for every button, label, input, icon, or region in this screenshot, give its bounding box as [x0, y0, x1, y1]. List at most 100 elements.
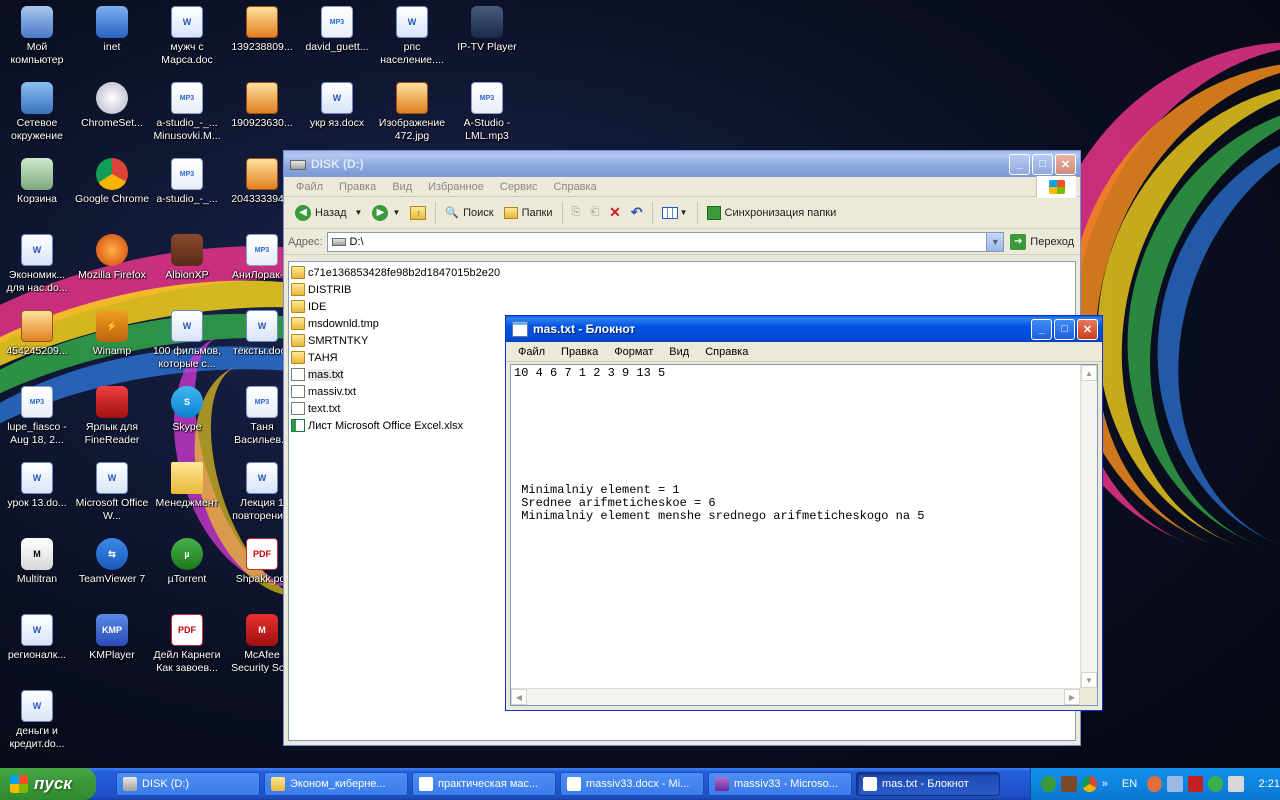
- scroll-right-button[interactable]: ▶: [1064, 689, 1080, 705]
- desktop-icon[interactable]: Менеджмент: [149, 456, 225, 528]
- desktop-icon[interactable]: 454245209...: [0, 304, 75, 376]
- desktop-icon[interactable]: 190923630...: [224, 76, 300, 148]
- desktop-icon[interactable]: ⚡ Winamp: [74, 304, 150, 376]
- scroll-left-button[interactable]: ◀: [511, 689, 527, 705]
- sync-folder-button[interactable]: Синхронизация папки: [702, 203, 842, 223]
- desktop-icon[interactable]: 139238809...: [224, 0, 300, 72]
- desktop-icon[interactable]: M Multitran: [0, 532, 75, 604]
- copy-to-button[interactable]: ⎗: [585, 203, 604, 222]
- back-button[interactable]: ◀ Назад ▼: [290, 202, 367, 224]
- menu-favorites[interactable]: Избранное: [420, 179, 492, 195]
- notepad-titlebar[interactable]: mas.txt - Блокнот _ □ ✕: [506, 316, 1102, 342]
- desktop-icon[interactable]: Wрпс население....: [374, 0, 450, 72]
- back-tray-icon[interactable]: [1147, 776, 1163, 792]
- menu-format[interactable]: Формат: [606, 344, 661, 360]
- desktop-icon[interactable]: inet: [74, 0, 150, 72]
- search-button[interactable]: 🔍 Поиск: [440, 203, 498, 222]
- menu-help[interactable]: Справка: [697, 344, 756, 360]
- undo-button[interactable]: ↶: [626, 201, 648, 224]
- notepad-content[interactable]: 10 4 6 7 1 2 3 9 13 5 Minimalniy element…: [514, 367, 1077, 687]
- menu-view[interactable]: Вид: [661, 344, 697, 360]
- delete-button[interactable]: ✕: [604, 201, 626, 224]
- file-list-item[interactable]: IDE: [291, 298, 1073, 315]
- notepad-window[interactable]: mas.txt - Блокнот _ □ ✕ Файл Правка Форм…: [505, 315, 1103, 711]
- device-tray-icon[interactable]: [1061, 776, 1077, 792]
- desktop-icon[interactable]: MP3 lupe_fiasco - Aug 18, 2...: [0, 380, 75, 452]
- desktop-icon[interactable]: Wденьги и кредит.do...: [0, 684, 75, 756]
- menu-edit[interactable]: Правка: [331, 179, 384, 195]
- desktop-icon[interactable]: W 100 фильмов, которые с...: [149, 304, 225, 376]
- tray-expand-button[interactable]: »: [1102, 778, 1108, 790]
- notepad-text-area[interactable]: 10 4 6 7 1 2 3 9 13 5 Minimalniy element…: [510, 364, 1098, 706]
- minimize-button[interactable]: _: [1031, 318, 1052, 340]
- network-tray-icon[interactable]: [1167, 776, 1183, 792]
- chrome-tray-icon[interactable]: [1081, 776, 1097, 792]
- vertical-scrollbar[interactable]: ▲ ▼: [1080, 365, 1097, 688]
- maximize-button[interactable]: □: [1054, 318, 1075, 340]
- menu-tools[interactable]: Сервис: [492, 179, 546, 195]
- desktop-icon[interactable]: PDF Дейл Карнеги Как завоев...: [149, 608, 225, 680]
- address-input[interactable]: D:\ ▼: [326, 231, 1005, 252]
- desktop-icon[interactable]: AlbionXP: [149, 228, 225, 300]
- desktop-icon[interactable]: Wурок 13.do...: [0, 456, 75, 528]
- desktop-icon[interactable]: Wрегионалк...: [0, 608, 75, 680]
- taskbar-button[interactable]: DISK (D:): [116, 772, 260, 796]
- taskbar-button[interactable]: massiv33 - Microso...: [708, 772, 852, 796]
- forward-button[interactable]: ▶ ▼: [367, 202, 405, 224]
- desktop-icon[interactable]: µ µTorrent: [149, 532, 225, 604]
- desktop-icon[interactable]: S Skype: [149, 380, 225, 452]
- up-folder-button[interactable]: ↑: [405, 203, 431, 223]
- file-list-item[interactable]: DISTRIB: [291, 281, 1073, 298]
- address-dropdown-button[interactable]: ▼: [986, 232, 1004, 251]
- desktop-icon[interactable]: Изображение 472.jpg: [374, 76, 450, 148]
- go-button[interactable]: ➔ Переход: [1008, 233, 1076, 250]
- menu-edit[interactable]: Правка: [553, 344, 606, 360]
- desktop-icon[interactable]: ⇆ TeamViewer 7: [74, 532, 150, 604]
- desktop-icon[interactable]: MP3 david_guett...: [299, 0, 375, 72]
- menu-file[interactable]: Файл: [510, 344, 553, 360]
- desktop-icon[interactable]: MP3 a-studio_-_...: [149, 152, 225, 224]
- security-tray-icon[interactable]: [1187, 776, 1203, 792]
- desktop-icon[interactable]: W Microsoft Office W...: [74, 456, 150, 528]
- recycle-bin-icon: [21, 158, 53, 190]
- desktop-icon[interactable]: Корзина: [0, 152, 75, 224]
- desktop-icon[interactable]: MP3 a-studio_-_... Minusovki.M...: [149, 76, 225, 148]
- desktop-icon[interactable]: Wмужч с Марса.doc: [149, 0, 225, 72]
- menu-view[interactable]: Вид: [384, 179, 420, 195]
- desktop-icon[interactable]: MP3 A-Studio - LML.mp3: [449, 76, 525, 148]
- utorrent-tray-icon[interactable]: [1041, 776, 1057, 792]
- desktop-icon[interactable]: Mozilla Firefox: [74, 228, 150, 300]
- desktop-icon[interactable]: ChromeSet...: [74, 76, 150, 148]
- start-button[interactable]: пуск: [0, 768, 96, 800]
- menu-file[interactable]: Файл: [288, 179, 331, 195]
- clock[interactable]: 2:21: [1259, 778, 1280, 790]
- menu-help[interactable]: Справка: [546, 179, 605, 195]
- move-to-button[interactable]: ⎘: [567, 203, 586, 222]
- folders-button[interactable]: Папки: [499, 204, 558, 222]
- desktop-icon[interactable]: Google Chrome: [74, 152, 150, 224]
- minimize-button[interactable]: _: [1009, 153, 1030, 175]
- close-button[interactable]: ✕: [1077, 318, 1098, 340]
- antivirus-tray-icon[interactable]: [1208, 776, 1224, 792]
- taskbar-button[interactable]: massiv33.docx - Mi...: [560, 772, 704, 796]
- desktop-icon[interactable]: Ярлык для FineReader: [74, 380, 150, 452]
- desktop-icon[interactable]: KMP KMPlayer: [74, 608, 150, 680]
- close-button[interactable]: ✕: [1055, 153, 1076, 175]
- desktop-icon[interactable]: W Экономик... для нас.do...: [0, 228, 75, 300]
- file-list-item[interactable]: c71e136853428fe98b2d1847015b2e20: [291, 264, 1073, 281]
- scroll-down-button[interactable]: ▼: [1081, 672, 1097, 688]
- maximize-button[interactable]: □: [1032, 153, 1053, 175]
- taskbar-button[interactable]: mas.txt - Блокнот: [856, 772, 1000, 796]
- taskbar-button[interactable]: Эконом_киберне...: [264, 772, 408, 796]
- volume-tray-icon[interactable]: [1228, 776, 1244, 792]
- views-button[interactable]: ▼: [657, 204, 693, 222]
- explorer-titlebar[interactable]: DISK (D:) _ □ ✕: [284, 151, 1080, 177]
- horizontal-scrollbar[interactable]: ◀ ▶: [511, 688, 1080, 705]
- taskbar-button[interactable]: практическая мас...: [412, 772, 556, 796]
- desktop-icon[interactable]: Wукр яз.docx: [299, 76, 375, 148]
- language-indicator[interactable]: EN: [1122, 778, 1137, 790]
- desktop-icon[interactable]: Мой компьютер: [0, 0, 75, 72]
- scroll-up-button[interactable]: ▲: [1081, 365, 1097, 381]
- desktop-icon[interactable]: Сетевое окружение: [0, 76, 75, 148]
- desktop-icon[interactable]: IP-TV Player: [449, 0, 525, 72]
